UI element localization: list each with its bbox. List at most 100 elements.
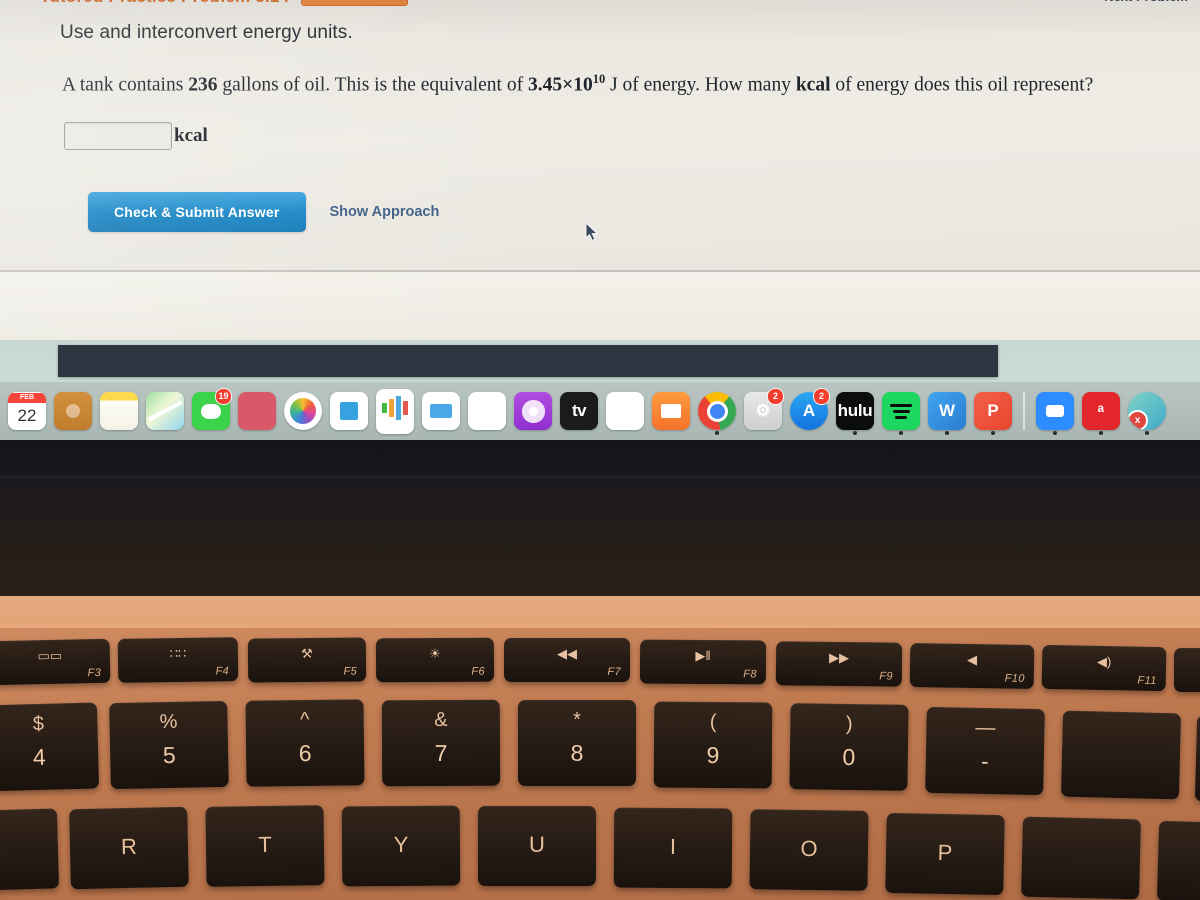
- dock-item-blocked-app[interactable]: x: [1125, 388, 1169, 435]
- dock-item-powerpoint[interactable]: P: [971, 388, 1015, 435]
- page-header-title: Tutored Practice Problem 3.14: [40, 0, 289, 7]
- key-f12[interactable]: [1174, 648, 1200, 692]
- key-minus-symbol: —: [975, 716, 996, 740]
- apple-tv-icon: tv: [560, 392, 598, 430]
- hulu-running-indicator: [853, 431, 857, 435]
- dock-item-calendar[interactable]: FEB 22: [5, 388, 49, 434]
- key-9-symbol: (: [709, 710, 717, 734]
- dock-item-zoom[interactable]: [1033, 388, 1077, 435]
- page-header-right-text[interactable]: Next Problem: [1104, 0, 1188, 4]
- key-p[interactable]: P: [885, 812, 1005, 896]
- key-7[interactable]: & 7: [381, 699, 501, 787]
- key-t[interactable]: T: [205, 805, 325, 887]
- dock-item-maps[interactable]: [143, 388, 187, 434]
- key-p-label: P: [937, 839, 953, 866]
- key-f9[interactable]: ▶▶ F9: [775, 641, 903, 687]
- key-f3[interactable]: ▭▭ F3: [0, 638, 111, 686]
- key-4-symbol: $: [32, 712, 45, 736]
- key-bracket-right[interactable]: [1156, 820, 1200, 900]
- music-note-icon: ♫: [468, 392, 506, 430]
- keynote-icon: [330, 392, 368, 430]
- key-r[interactable]: R: [69, 806, 189, 890]
- key-6-number: 6: [298, 739, 312, 767]
- key-y-label: Y: [393, 831, 409, 858]
- dock-item-keynote-2[interactable]: [419, 388, 463, 434]
- fast-forward-icon: ▶▶: [828, 649, 850, 666]
- key-minus[interactable]: — -: [925, 706, 1045, 796]
- desktop-wallpaper: FEB 22 19 ♫ tv N ⚙ 2 A 2 hulu W P ᵃ x: [0, 340, 1200, 440]
- problem-part-2: gallons of oil. This is the equivalent o…: [217, 74, 528, 96]
- dock-item-notes[interactable]: [97, 388, 141, 434]
- key-f4[interactable]: ∷∷ F4: [117, 637, 239, 683]
- dock-item-acrobat[interactable]: ᵃ: [1079, 388, 1123, 435]
- notes-icon: [100, 392, 138, 430]
- launchpad-icon: ∷∷: [169, 645, 187, 662]
- browser-screen-area: Tutored Practice Problem 3.14 Learn this…: [0, 0, 1200, 340]
- mute-icon: ◀: [966, 651, 978, 668]
- key-u[interactable]: U: [478, 806, 596, 886]
- key-f10-label: F10: [1004, 672, 1025, 685]
- dock-item-hulu[interactable]: hulu: [833, 388, 877, 435]
- spotify-icon: [882, 392, 920, 430]
- dock-item-contacts[interactable]: [51, 388, 95, 434]
- dock-item-books[interactable]: [649, 388, 693, 434]
- answer-input[interactable]: [64, 122, 172, 150]
- acrobat-running-indicator: [1099, 431, 1103, 435]
- dock-item-keynote[interactable]: [327, 388, 371, 434]
- play-pause-icon: ▶‖: [695, 647, 711, 664]
- dock-item-app-store[interactable]: A 2: [787, 388, 831, 434]
- key-f7-label: F7: [607, 666, 621, 678]
- podcasts-icon: [514, 392, 552, 430]
- dock-item-photo-booth[interactable]: [235, 388, 279, 434]
- key-0[interactable]: ) 0: [789, 703, 909, 791]
- dock-item-system-preferences[interactable]: ⚙ 2: [741, 388, 785, 434]
- close-icon: x: [1128, 410, 1148, 430]
- dock-item-word[interactable]: W: [925, 388, 969, 435]
- calendar-icon: FEB 22: [8, 392, 46, 430]
- key-o[interactable]: O: [749, 809, 869, 891]
- dock-item-podcasts[interactable]: [511, 388, 555, 434]
- page-header-badge[interactable]: Learn this toolkit: [301, 0, 408, 6]
- key-delete[interactable]: [1194, 715, 1200, 803]
- key-f7[interactable]: ◀◀ F7: [504, 638, 630, 682]
- key-9[interactable]: ( 9: [653, 701, 773, 789]
- key-6[interactable]: ^ 6: [245, 699, 365, 787]
- key-9-number: 9: [706, 741, 720, 769]
- powerpoint-running-indicator: [991, 431, 995, 435]
- dock-item-numbers[interactable]: [373, 388, 417, 434]
- key-y[interactable]: Y: [341, 805, 461, 887]
- dock-item-apple-tv[interactable]: tv: [557, 388, 601, 434]
- problem-unit-bold: kcal: [795, 74, 831, 96]
- calendar-month-label: FEB: [8, 393, 46, 403]
- dock-item-messages[interactable]: 19: [189, 388, 233, 434]
- answer-row: kcal: [64, 122, 208, 150]
- dock-item-chrome[interactable]: [695, 388, 739, 435]
- key-f11-label: F11: [1137, 674, 1157, 688]
- key-f8[interactable]: ▶‖ F8: [639, 639, 767, 685]
- key-f5[interactable]: ⚒ F5: [247, 637, 367, 683]
- key-f10[interactable]: ◀ F10: [909, 643, 1035, 689]
- key-f5-label: F5: [343, 665, 358, 678]
- key-4[interactable]: $ 4: [0, 702, 100, 792]
- chrome-icon: [698, 392, 736, 430]
- check-and-submit-answer-button[interactable]: Check & Submit Answer: [88, 192, 306, 232]
- key-e[interactable]: [0, 808, 60, 892]
- video-camera-icon: [1036, 392, 1074, 430]
- key-8[interactable]: * 8: [518, 700, 636, 786]
- key-5[interactable]: % 5: [109, 700, 229, 790]
- key-6-symbol: ^: [299, 708, 310, 732]
- key-bracket-left[interactable]: [1021, 816, 1141, 900]
- key-equals[interactable]: [1060, 710, 1182, 800]
- key-8-symbol: *: [573, 709, 581, 731]
- key-f6[interactable]: ☀ F6: [375, 637, 495, 683]
- problem-energy-mantissa: 3.45×10: [527, 74, 593, 96]
- numbers-icon: [376, 388, 414, 434]
- dock-item-news[interactable]: N: [603, 388, 647, 434]
- show-approach-button[interactable]: Show Approach: [330, 204, 440, 220]
- key-i[interactable]: I: [613, 807, 733, 889]
- dock-item-photos[interactable]: [281, 388, 325, 434]
- key-f11[interactable]: ◀) F11: [1041, 644, 1167, 692]
- dock-item-spotify[interactable]: [879, 388, 923, 435]
- keynote-2-icon: [422, 392, 460, 430]
- dock-item-music[interactable]: ♫: [465, 388, 509, 434]
